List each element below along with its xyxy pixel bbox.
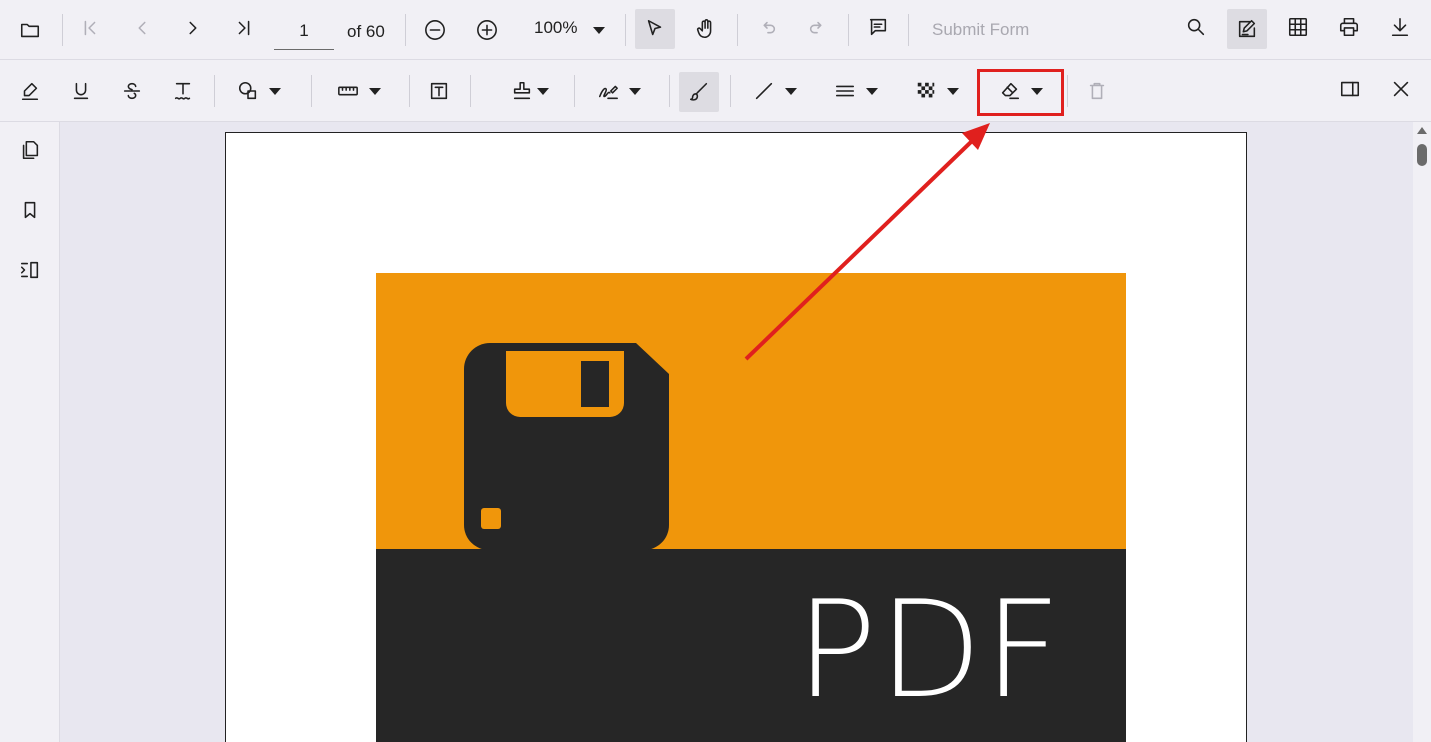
annotation-toolbar <box>0 61 1431 122</box>
scroll-thumb[interactable] <box>1417 144 1427 166</box>
strikethrough-button[interactable] <box>112 71 152 111</box>
strikethrough-icon <box>123 82 141 100</box>
last-page-button[interactable] <box>224 8 264 48</box>
first-page-button[interactable] <box>70 8 110 48</box>
download-button[interactable] <box>1380 7 1420 47</box>
page-thumbnails-button[interactable] <box>10 130 50 170</box>
submit-form-button[interactable]: Submit Form <box>932 20 1029 40</box>
pan-tool-button[interactable] <box>686 9 726 49</box>
line-icon <box>755 82 773 100</box>
stamp-tool-button[interactable] <box>500 71 560 111</box>
ruler-icon <box>338 86 358 96</box>
search-icon <box>1187 18 1205 36</box>
zoom-in-icon <box>477 20 497 40</box>
signature-icon <box>598 85 618 100</box>
ink-annotation-button[interactable] <box>679 72 719 112</box>
paintbrush-icon <box>689 82 708 101</box>
redo-button[interactable] <box>798 9 838 49</box>
stamp-icon <box>513 81 531 100</box>
folder-icon <box>20 23 40 38</box>
delete-button[interactable] <box>1077 71 1117 111</box>
organize-pages-icon <box>20 261 39 279</box>
chevron-down-icon <box>629 87 641 95</box>
print-icon <box>1339 17 1359 37</box>
chevron-down-icon <box>593 26 605 34</box>
cover-title: PDF <box>796 572 1064 728</box>
toggle-panel-button[interactable] <box>1330 69 1370 109</box>
bookmarks-button[interactable] <box>10 190 50 230</box>
thumbnails-icon <box>22 140 39 160</box>
close-icon <box>1393 81 1409 97</box>
navigation-sidebar <box>0 122 60 742</box>
cover-image: PDF <box>376 273 1126 742</box>
redo-icon <box>809 21 822 34</box>
chevron-down-icon <box>369 87 381 95</box>
eraser-highlight-box <box>977 69 1064 116</box>
page-total-label: of 60 <box>347 22 385 41</box>
underline-button[interactable] <box>61 71 101 111</box>
zoom-dropdown-button[interactable] <box>584 10 614 50</box>
squiggly-button[interactable] <box>163 71 203 111</box>
first-page-icon <box>84 20 96 36</box>
zoom-out-button[interactable] <box>415 10 455 50</box>
bookmark-icon <box>24 201 36 219</box>
grid-icon <box>1288 17 1308 37</box>
page-number-input[interactable]: 1 <box>274 12 334 50</box>
thickness-button[interactable] <box>821 71 891 111</box>
stroke-color-button[interactable] <box>740 71 810 111</box>
line-thickness-icon <box>835 85 855 97</box>
pdf-page[interactable]: PDF <box>225 132 1247 742</box>
chevron-right-icon <box>189 21 197 35</box>
chevron-down-icon <box>947 87 959 95</box>
measure-tool-button[interactable] <box>324 71 394 111</box>
edit-annotation-icon <box>1238 19 1256 38</box>
shapes-icon <box>238 81 257 100</box>
text-box-icon <box>430 82 448 100</box>
side-panel-icon <box>1340 81 1360 97</box>
trash-icon <box>1089 82 1105 100</box>
chevron-down-icon <box>269 87 281 95</box>
vertical-scrollbar[interactable] <box>1413 122 1431 742</box>
chevron-down-icon <box>785 87 797 95</box>
last-page-icon <box>238 20 250 36</box>
chevron-down-icon <box>866 87 878 95</box>
selection-tool-button[interactable] <box>635 9 675 49</box>
organize-pages-button[interactable] <box>10 250 50 290</box>
open-file-button[interactable] <box>10 10 50 50</box>
chevron-left-icon <box>138 21 146 35</box>
download-icon <box>1391 17 1409 37</box>
floppy-disk-icon <box>464 343 669 550</box>
zoom-in-button[interactable] <box>467 10 507 50</box>
undo-icon <box>763 21 776 34</box>
highlighter-icon <box>21 82 39 101</box>
scroll-up-arrow[interactable] <box>1417 127 1427 134</box>
zoom-out-icon <box>425 20 445 40</box>
chevron-down-icon <box>537 87 549 95</box>
hand-icon <box>696 19 712 39</box>
print-button[interactable] <box>1329 7 1369 47</box>
highlight-button[interactable] <box>10 71 50 111</box>
opacity-button[interactable] <box>902 71 972 111</box>
underline-icon <box>73 82 89 100</box>
comment-icon <box>869 18 887 36</box>
form-designer-button[interactable] <box>1278 7 1318 47</box>
comment-panel-button[interactable] <box>858 7 898 47</box>
shape-tool-button[interactable] <box>224 71 294 111</box>
edit-annotation-button[interactable] <box>1227 9 1267 49</box>
main-toolbar: 1 of 60 100% Submit Form <box>0 0 1431 60</box>
previous-page-button[interactable] <box>122 8 162 48</box>
next-page-button[interactable] <box>173 8 213 48</box>
close-toolbar-button[interactable] <box>1381 69 1421 109</box>
undo-button[interactable] <box>747 9 787 49</box>
cursor-icon <box>647 19 662 36</box>
signature-tool-button[interactable] <box>584 71 654 111</box>
document-viewer[interactable]: PDF <box>60 122 1413 742</box>
zoom-level-select[interactable]: 100% <box>534 18 577 38</box>
squiggly-icon <box>174 82 191 100</box>
search-button[interactable] <box>1176 7 1216 47</box>
opacity-checker-icon <box>917 82 935 98</box>
free-text-button[interactable] <box>419 71 459 111</box>
